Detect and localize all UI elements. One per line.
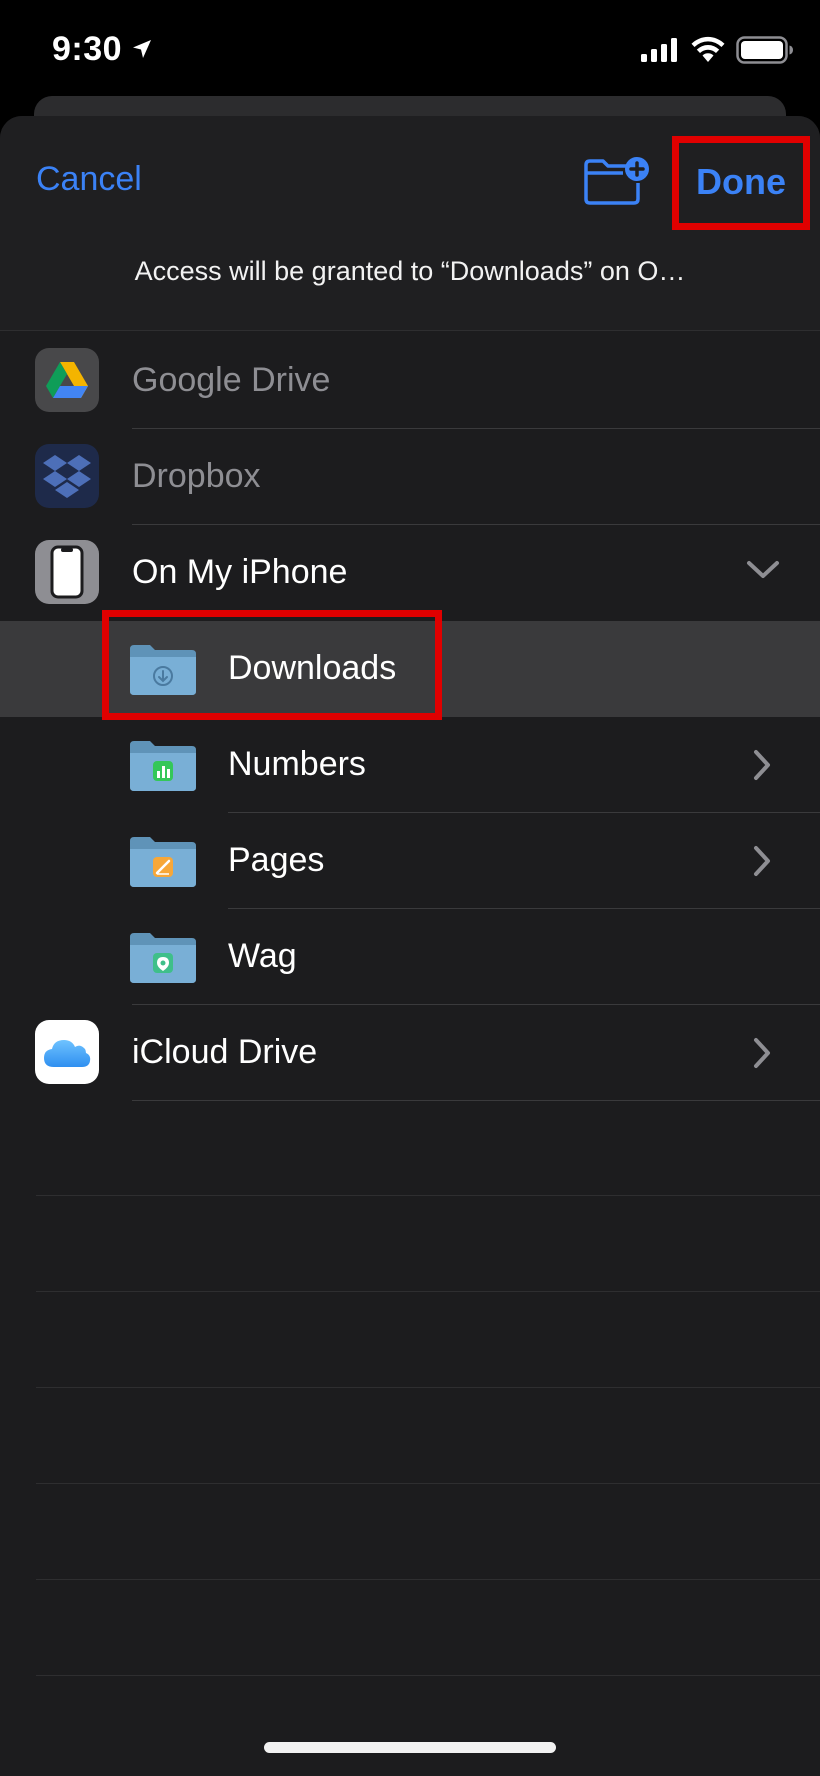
folder-label: Wag	[228, 937, 297, 975]
location-label: Google Drive	[132, 361, 331, 399]
wag-folder-icon	[130, 933, 196, 983]
folder-numbers[interactable]: Numbers	[0, 717, 820, 813]
folder-label: Numbers	[228, 745, 366, 783]
numbers-folder-icon	[130, 741, 196, 791]
location-label: iCloud Drive	[132, 1033, 318, 1071]
chevron-right-icon[interactable]	[752, 845, 772, 877]
folder-wag[interactable]: Wag	[0, 909, 820, 1005]
location-on-my-iphone[interactable]: On My iPhone	[0, 525, 820, 621]
battery-icon	[736, 36, 793, 64]
empty-row-separator	[36, 1483, 820, 1484]
empty-row-separator	[36, 1579, 820, 1580]
status-bar: 9:30	[0, 0, 820, 100]
wifi-icon	[691, 36, 725, 62]
empty-row-separator	[36, 1387, 820, 1388]
status-time: 9:30	[52, 30, 123, 68]
location-google-drive[interactable]: Google Drive	[0, 333, 820, 429]
chevron-right-icon[interactable]	[752, 749, 772, 781]
done-button[interactable]: Done	[672, 136, 810, 230]
empty-row-separator	[36, 1675, 820, 1676]
iphone-icon	[35, 540, 99, 604]
cellular-signal-icon	[641, 38, 677, 62]
downloads-highlight-box	[102, 610, 442, 720]
location-label: Dropbox	[132, 457, 261, 495]
folder-label: Pages	[228, 841, 325, 879]
empty-row-separator	[36, 1291, 820, 1292]
empty-row-separator	[36, 1195, 820, 1196]
new-folder-icon	[584, 156, 649, 205]
icloud-icon	[35, 1020, 99, 1084]
location-arrow-icon	[133, 40, 151, 58]
location-label: On My iPhone	[132, 553, 348, 591]
location-dropbox[interactable]: Dropbox	[0, 429, 820, 525]
pages-folder-icon	[130, 837, 196, 887]
dropbox-icon	[35, 444, 99, 508]
cancel-button[interactable]: Cancel	[36, 160, 142, 199]
navigation-bar: Cancel Done Access will be granted to “D…	[0, 116, 820, 331]
row-separator	[132, 1100, 820, 1101]
chevron-down-icon[interactable]	[746, 559, 780, 581]
location-icloud-drive[interactable]: iCloud Drive	[0, 1005, 820, 1101]
home-indicator[interactable]	[264, 1742, 556, 1753]
new-folder-button[interactable]	[582, 154, 652, 210]
google-drive-icon	[35, 348, 99, 412]
folder-pages[interactable]: Pages	[0, 813, 820, 909]
access-message: Access will be granted to “Downloads” on…	[134, 256, 686, 286]
chevron-right-icon[interactable]	[752, 1037, 772, 1069]
